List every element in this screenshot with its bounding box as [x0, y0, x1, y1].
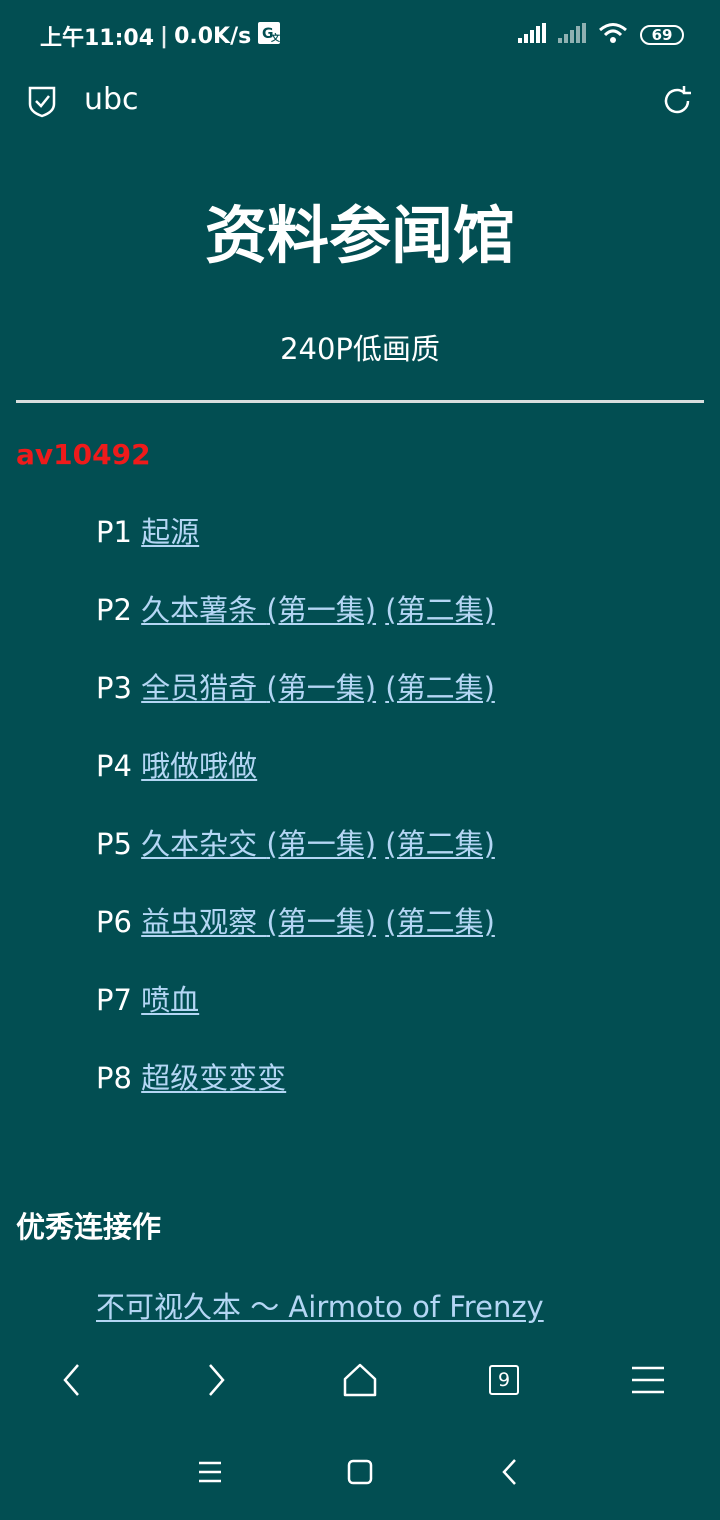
- back-icon[interactable]: [52, 1360, 92, 1400]
- home-square-icon[interactable]: [340, 1452, 380, 1492]
- list-item: P1 起源: [96, 510, 495, 588]
- part-number: P3: [96, 671, 132, 705]
- part-link[interactable]: 起源: [141, 515, 199, 549]
- divider: [16, 400, 704, 403]
- part-link[interactable]: 全员猎奇: [141, 671, 266, 705]
- episode-link[interactable]: (第一集): [266, 671, 376, 705]
- refresh-icon[interactable]: [660, 84, 694, 122]
- part-link[interactable]: 超级变变变: [141, 1061, 286, 1095]
- status-separator: |: [160, 23, 169, 49]
- home-icon[interactable]: [340, 1360, 380, 1400]
- episode-link[interactable]: (第二集): [385, 827, 495, 861]
- list-item: P2 久本薯条 (第一集) (第二集): [96, 588, 495, 666]
- battery-indicator: 69: [640, 25, 684, 45]
- part-number: P7: [96, 983, 132, 1017]
- translate-icon: G文: [257, 21, 281, 51]
- section-heading: 优秀连接作: [16, 1210, 162, 1244]
- wifi-icon: [598, 22, 628, 48]
- status-bar: 上午11:04 | 0.0K/s G文 69: [0, 0, 720, 70]
- part-number: P1: [96, 515, 132, 549]
- signal-icon-secondary: [558, 23, 586, 47]
- episode-link[interactable]: (第一集): [266, 905, 376, 939]
- page-subtitle: 240P低画质: [280, 332, 440, 366]
- list-item: P8 超级变变变: [96, 1056, 495, 1134]
- svg-text:文: 文: [270, 32, 281, 44]
- menu-icon[interactable]: [628, 1360, 668, 1400]
- part-number: P2: [96, 593, 132, 627]
- episode-link[interactable]: (第一集): [266, 593, 376, 627]
- network-speed: 0.0K/s: [174, 23, 252, 49]
- part-number: P5: [96, 827, 132, 861]
- list-item: P4 哦做哦做: [96, 744, 495, 822]
- part-number: P8: [96, 1061, 132, 1095]
- tab-count: 9: [489, 1365, 519, 1395]
- recent-apps-icon[interactable]: [190, 1452, 230, 1492]
- shield-icon[interactable]: [26, 84, 58, 122]
- system-nav: [0, 1430, 720, 1520]
- episode-link[interactable]: (第二集): [385, 671, 495, 705]
- list-item: P3 全员猎奇 (第一集) (第二集): [96, 666, 495, 744]
- tabs-button[interactable]: 9: [484, 1360, 524, 1400]
- related-link[interactable]: 不可视久本 ～ Airmoto of Frenzy: [96, 1284, 544, 1326]
- av-id: av10492: [16, 438, 151, 471]
- list-item: P6 益虫观察 (第一集) (第二集): [96, 900, 495, 978]
- list-item: P5 久本杂交 (第一集) (第二集): [96, 822, 495, 900]
- part-link[interactable]: 久本薯条: [141, 593, 266, 627]
- page-title: 资料参闻馆: [204, 199, 515, 272]
- browser-nav: 9: [0, 1340, 720, 1420]
- part-link[interactable]: 久本杂交: [141, 827, 266, 861]
- part-link[interactable]: 益虫观察: [141, 905, 266, 939]
- episode-link[interactable]: (第二集): [385, 905, 495, 939]
- status-time: 上午11:04: [40, 26, 155, 51]
- part-link[interactable]: 哦做哦做: [141, 749, 257, 783]
- system-back-icon[interactable]: [490, 1452, 530, 1492]
- part-link[interactable]: 喷血: [141, 983, 199, 1017]
- url-text[interactable]: ubc: [84, 82, 139, 117]
- episode-link[interactable]: (第一集): [266, 827, 376, 861]
- address-bar: ubc: [0, 72, 720, 132]
- forward-icon[interactable]: [196, 1360, 236, 1400]
- parts-list: P1 起源 P2 久本薯条 (第一集) (第二集) P3 全员猎奇 (第一集) …: [96, 510, 495, 1134]
- part-number: P6: [96, 905, 132, 939]
- episode-link[interactable]: (第二集): [385, 593, 495, 627]
- signal-icon: [518, 23, 546, 47]
- list-item: P7 喷血: [96, 978, 495, 1056]
- part-number: P4: [96, 749, 132, 783]
